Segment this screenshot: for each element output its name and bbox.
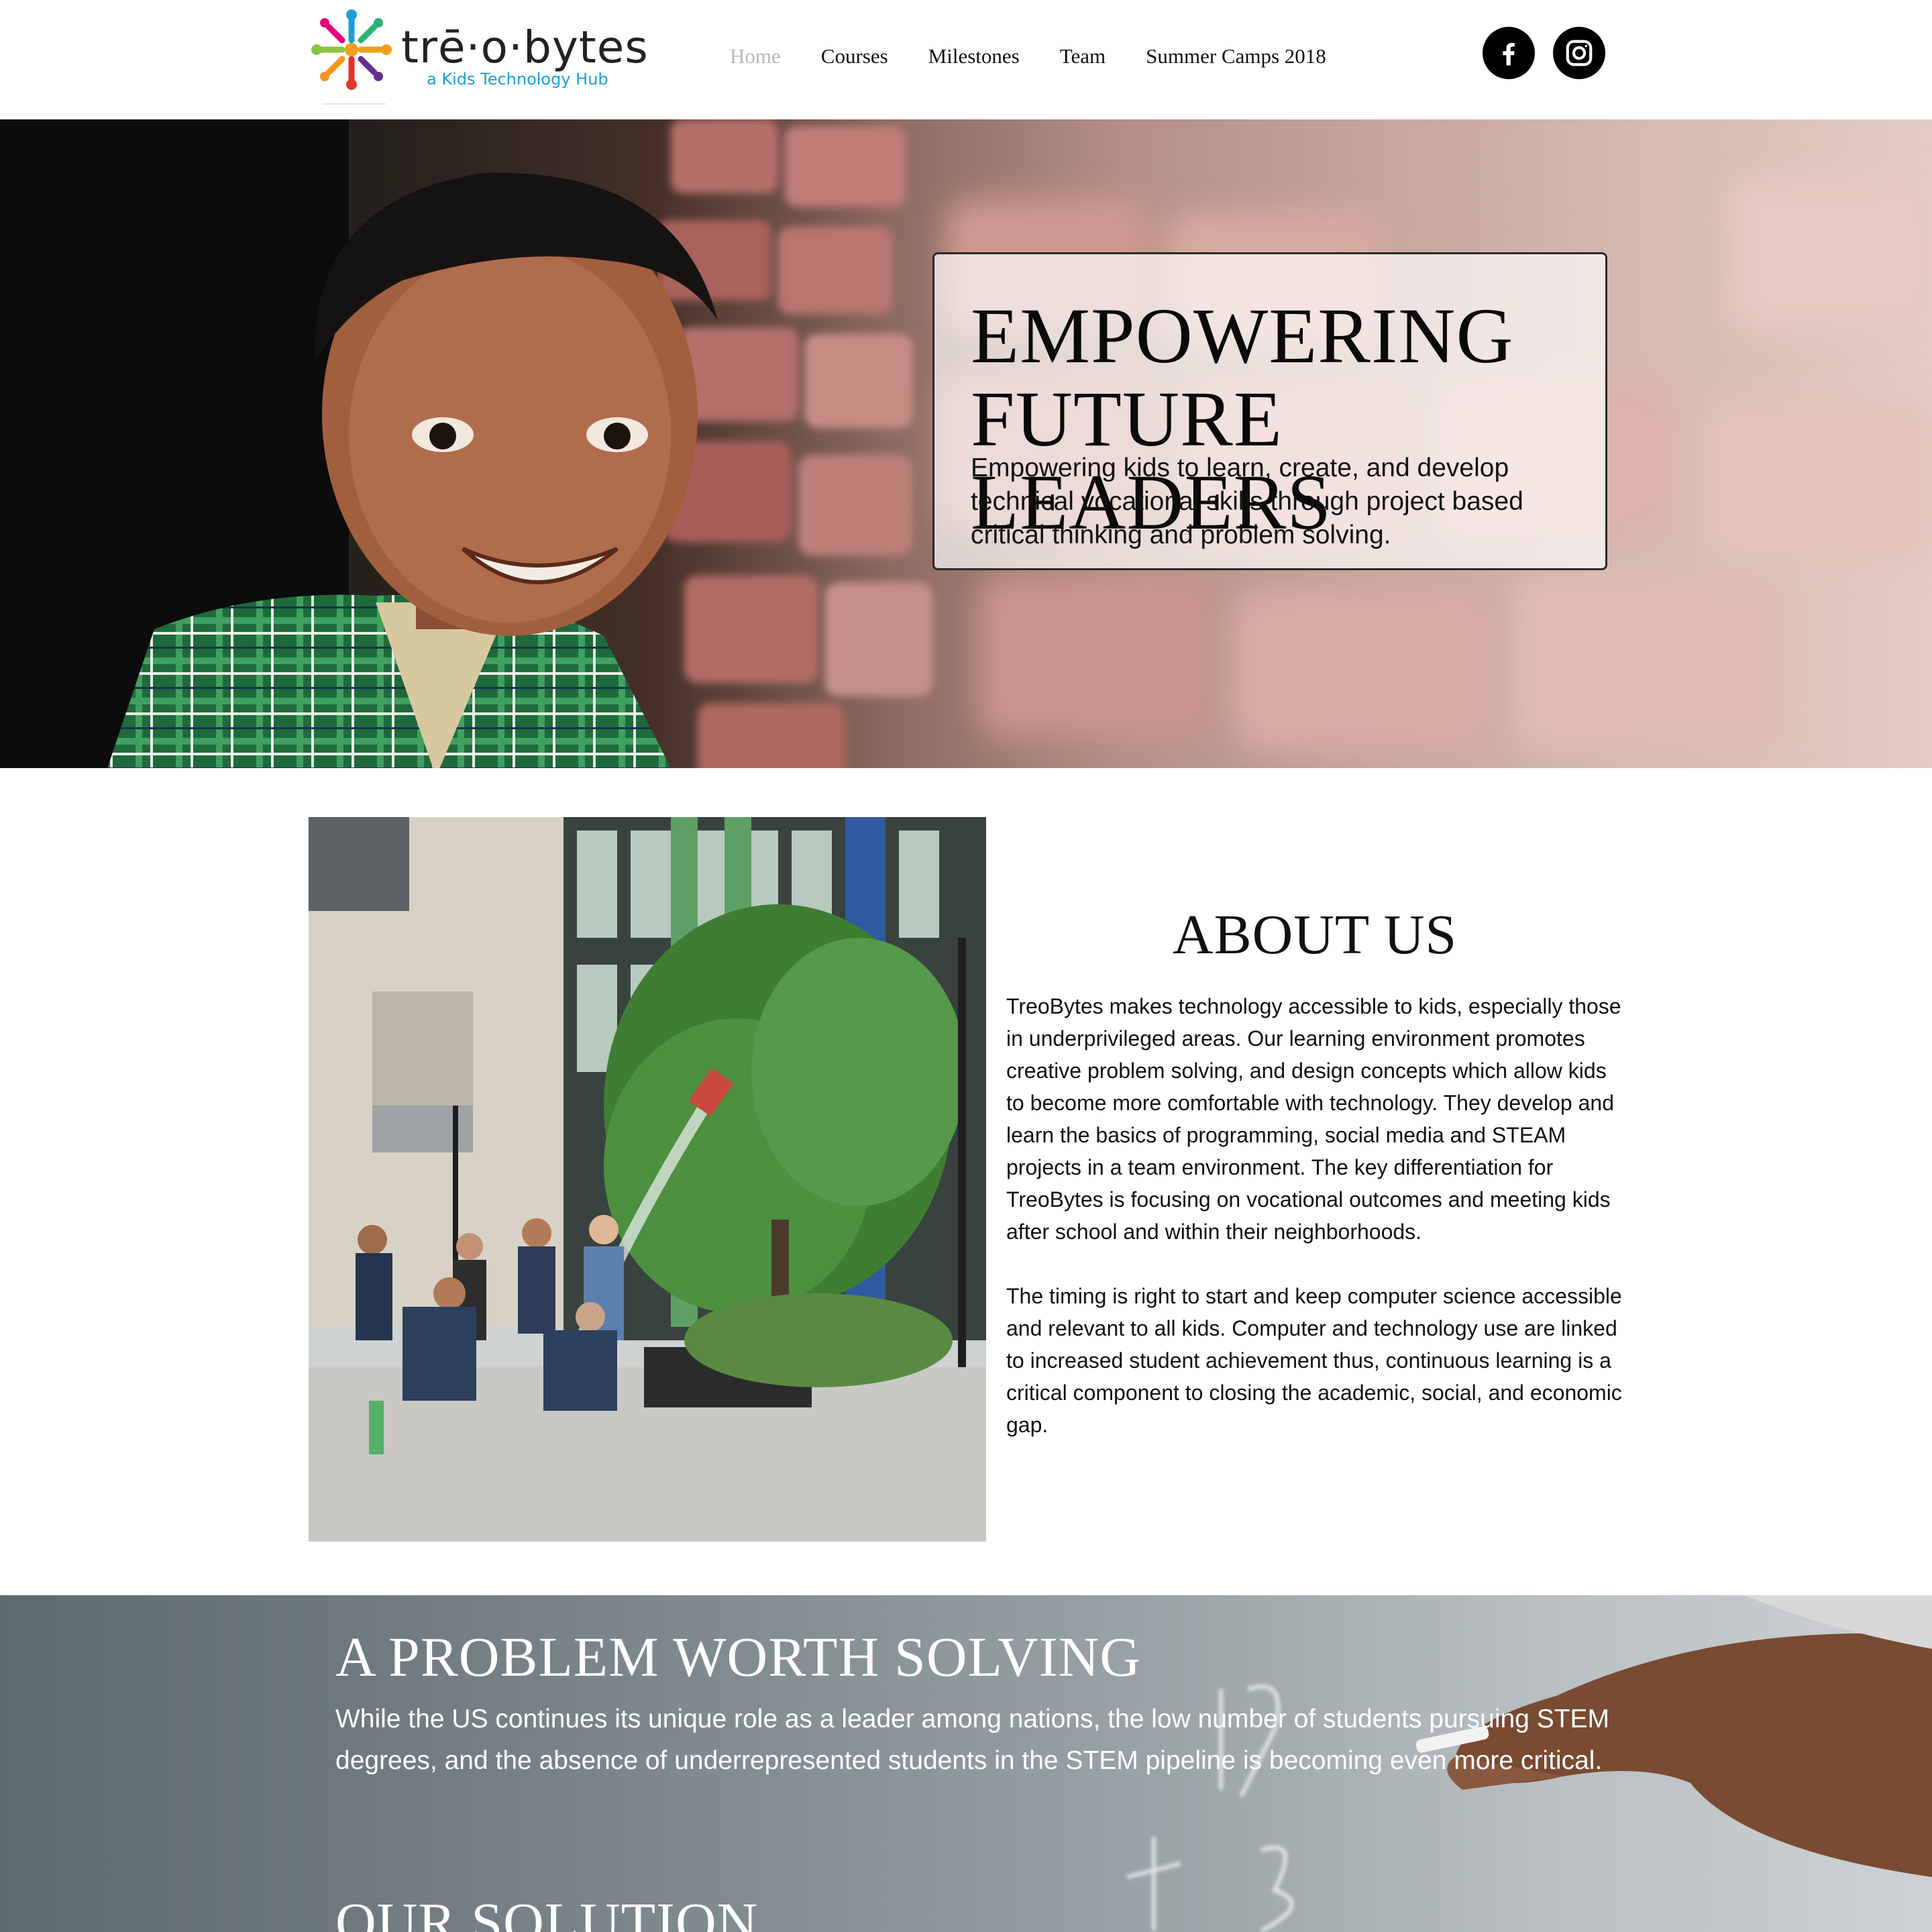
nav-item-home[interactable]: Home xyxy=(730,42,781,71)
about-body: TreoBytes makes technology accessible to… xyxy=(1006,990,1627,1473)
social-bar xyxy=(1483,27,1605,79)
hero-boy-photo xyxy=(0,119,718,768)
hero-section: EMPOWERING FUTURE LEADERS Empowering kid… xyxy=(0,119,1932,768)
nav-item-milestones[interactable]: Milestones xyxy=(928,42,1020,71)
problem-title: A PROBLEM WORTH SOLVING xyxy=(335,1626,1142,1688)
problem-text: While the US continues its unique role a… xyxy=(335,1705,1610,1775)
instagram-icon xyxy=(1566,40,1593,66)
about-photo xyxy=(309,817,986,1542)
hero-subtitle: Empowering kids to learn, create, and de… xyxy=(971,453,1523,549)
site-logo[interactable]: trē·o·bytes a Kids Technology Hub xyxy=(310,8,648,109)
problem-section: A PROBLEM WORTH SOLVING While the US con… xyxy=(0,1595,1932,1932)
facebook-button[interactable] xyxy=(1483,27,1535,79)
facebook-icon xyxy=(1503,42,1515,66)
nav-item-courses[interactable]: Courses xyxy=(821,42,888,71)
nav-item-team[interactable]: Team xyxy=(1060,42,1106,71)
hero-card: EMPOWERING FUTURE LEADERS Empowering kid… xyxy=(932,252,1607,570)
logo-mark-icon xyxy=(311,9,392,90)
rocket-launch-photo xyxy=(309,817,986,1542)
logo-tagline: a Kids Technology Hub xyxy=(427,70,608,89)
logo-underline xyxy=(322,103,386,105)
main-nav: Home Courses Milestones Team Summer Camp… xyxy=(730,42,1366,71)
about-title: ABOUT US xyxy=(1172,904,1458,966)
logo-wordmark: trē·o·bytes xyxy=(401,21,649,73)
instagram-button[interactable] xyxy=(1553,27,1605,79)
solution-title: OUR SOLUTION xyxy=(335,1892,759,1932)
about-paragraph-2: The timing is right to start and keep co… xyxy=(1006,1284,1622,1437)
nav-item-summer-camps[interactable]: Summer Camps 2018 xyxy=(1146,42,1326,71)
about-paragraph-1: TreoBytes makes technology accessible to… xyxy=(1006,994,1621,1244)
site-header: trē·o·bytes a Kids Technology Hub Home C… xyxy=(0,0,1932,119)
